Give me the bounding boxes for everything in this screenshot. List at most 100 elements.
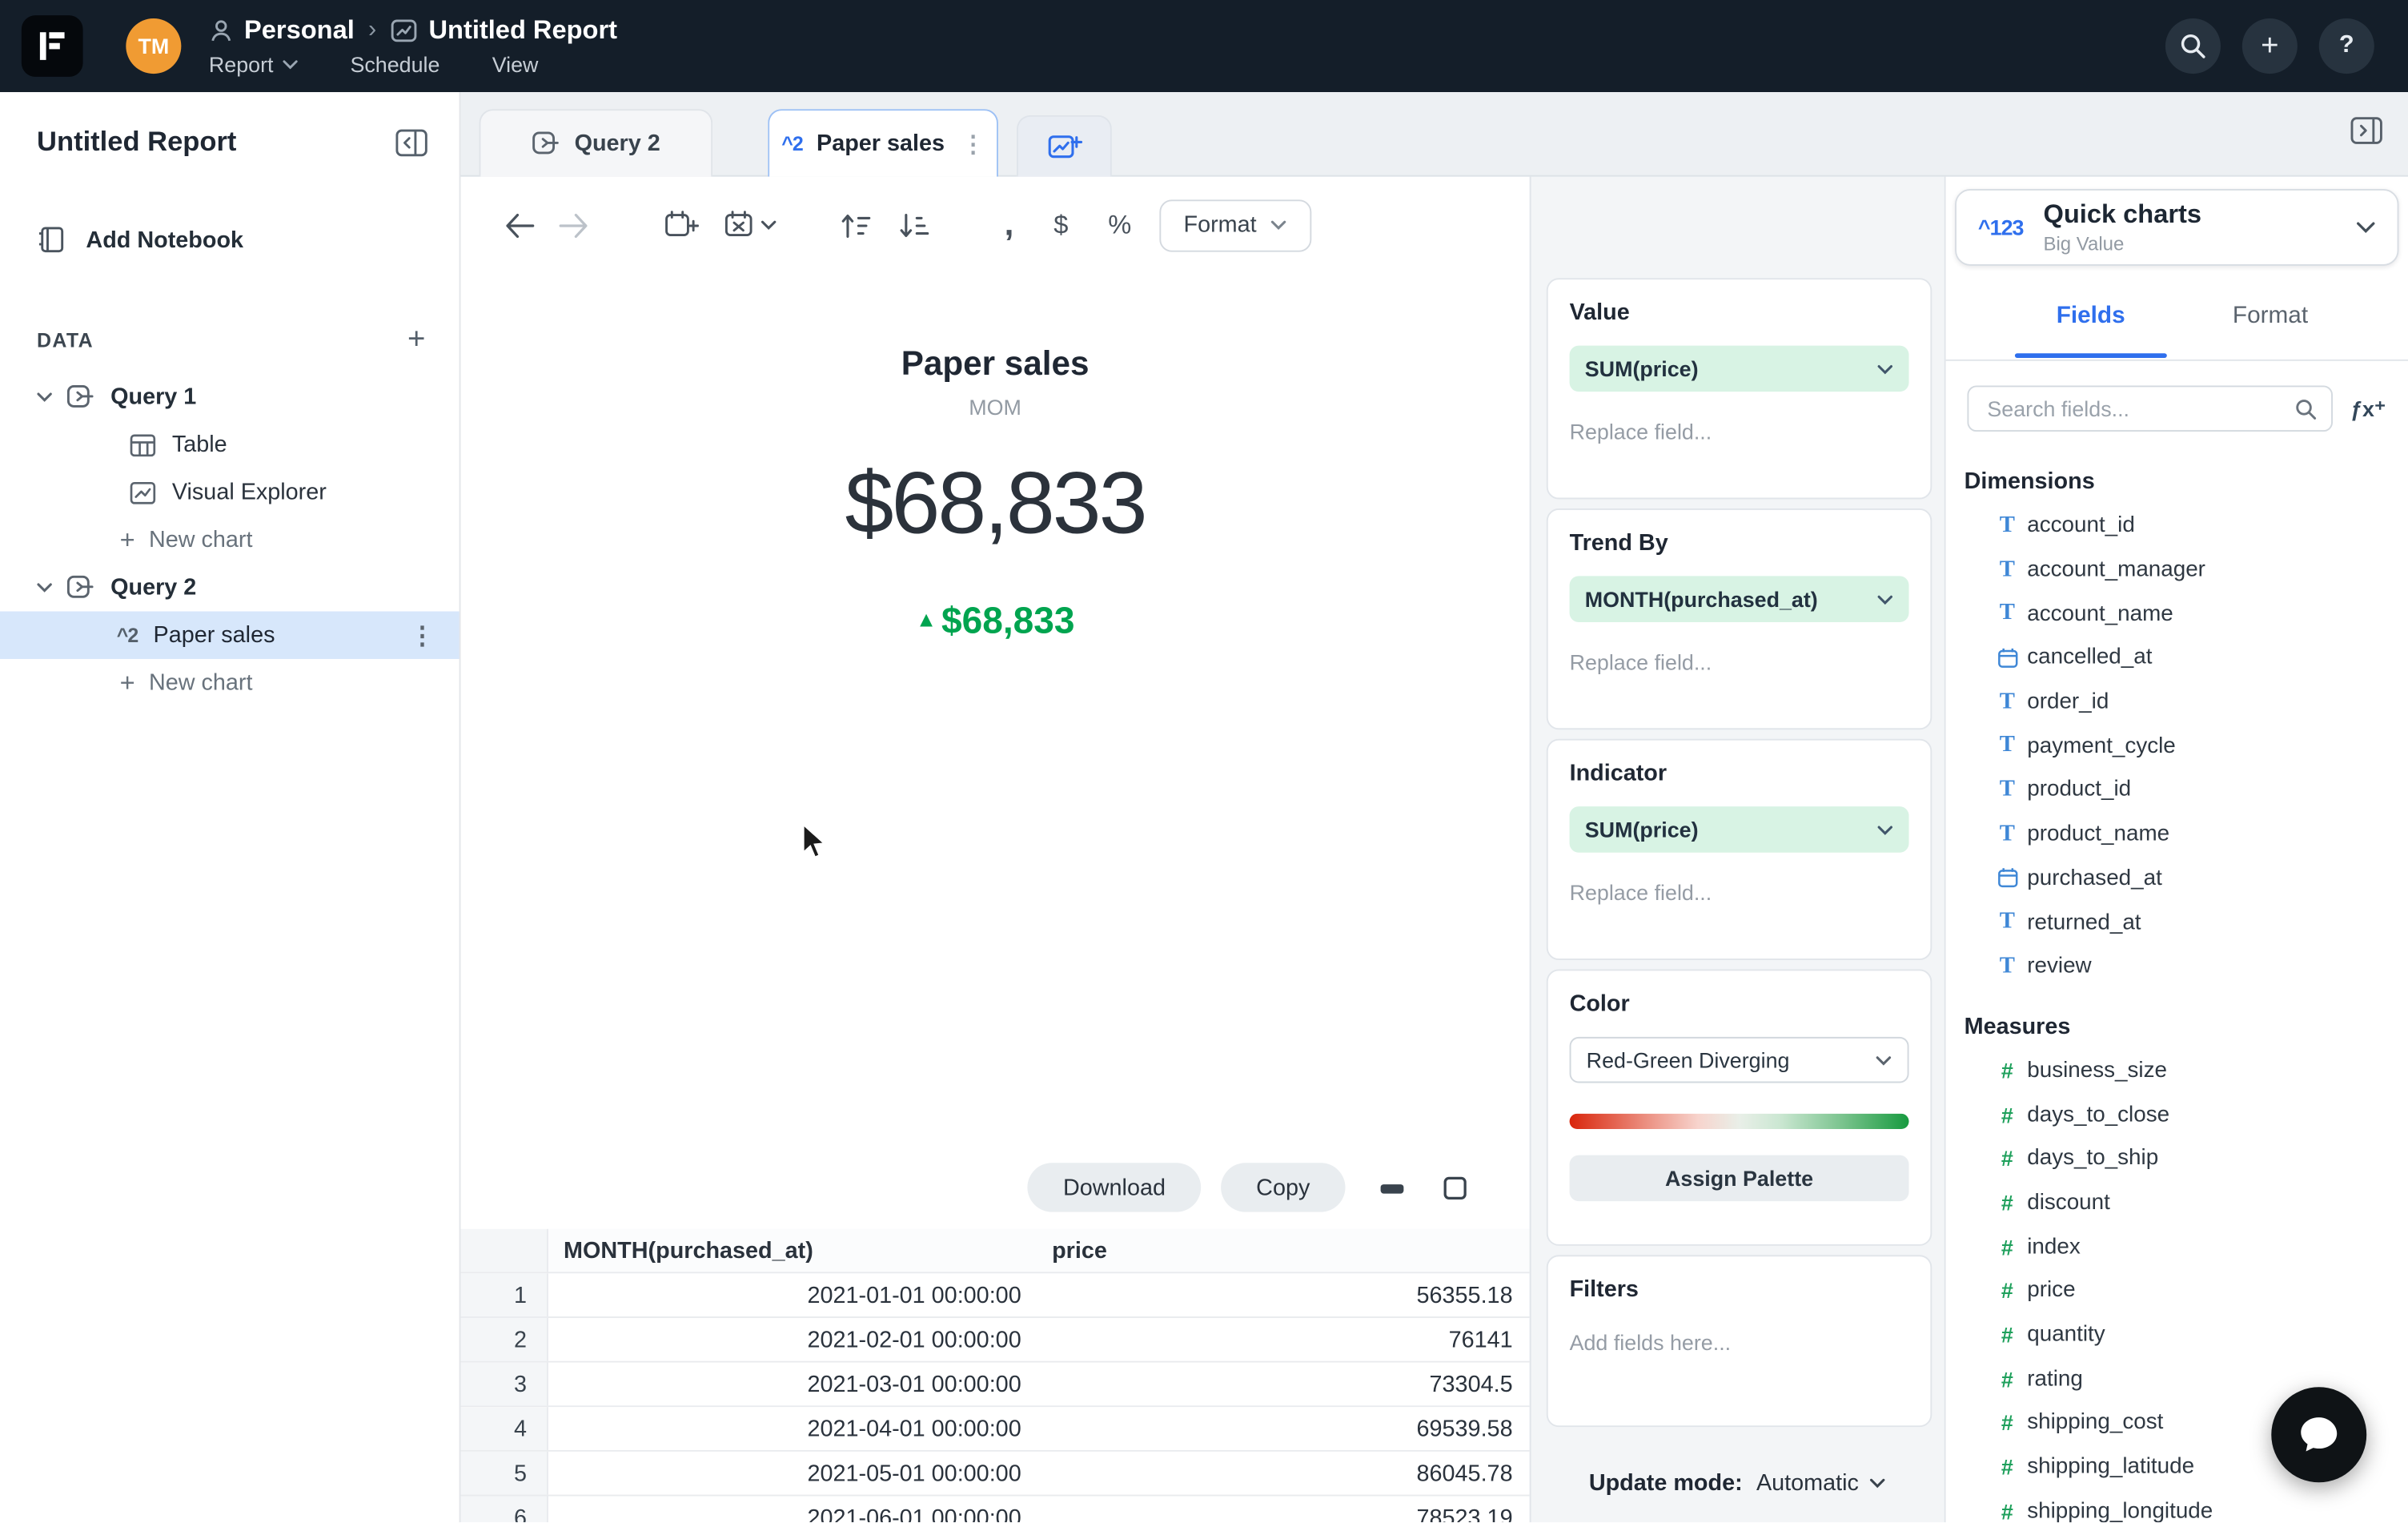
avatar[interactable]: TM xyxy=(126,18,182,74)
tab-query2[interactable]: Query 2 xyxy=(479,109,713,177)
data-tree: Query 1 Table Visual Explorer + New char… xyxy=(0,373,460,706)
cell-price: 73304.5 xyxy=(1429,1371,1513,1397)
app-logo[interactable] xyxy=(21,15,83,77)
breadcrumb-report-title[interactable]: Untitled Report xyxy=(428,15,617,46)
calendar-plus-icon xyxy=(665,210,699,235)
measure-hash-icon: # xyxy=(2001,1410,2013,1436)
indicator-field-pill[interactable]: SUM(price) xyxy=(1569,806,1909,853)
undo-button[interactable] xyxy=(504,211,536,239)
field-item-account_id[interactable]: Taccount_id xyxy=(1946,504,2408,548)
chevron-down-icon xyxy=(1876,824,1893,834)
help-button[interactable]: ? xyxy=(2318,18,2374,74)
indicator-replace-dropzone[interactable]: Replace field... xyxy=(1570,880,1909,905)
currency-format-button[interactable]: $ xyxy=(1054,210,1068,240)
field-item-product_name[interactable]: Tproduct_name xyxy=(1946,812,2408,856)
field-item-account_name[interactable]: Taccount_name xyxy=(1946,592,2408,636)
collapse-sidebar-button[interactable] xyxy=(395,127,428,157)
kebab-menu-icon[interactable]: ⋮ xyxy=(410,620,435,650)
logo-icon xyxy=(39,32,65,60)
field-item-review[interactable]: Treview xyxy=(1946,945,2408,989)
field-item-cancelled_at[interactable]: cancelled_at xyxy=(1946,636,2408,680)
cell-month: 2021-05-01 00:00:00 xyxy=(807,1460,1021,1487)
add-formula-button[interactable]: ƒx⁺ xyxy=(2346,396,2390,422)
field-item-price[interactable]: # price xyxy=(1946,1269,2408,1313)
trend-by-replace-dropzone[interactable]: Replace field... xyxy=(1570,649,1909,674)
expand-results-button[interactable] xyxy=(1439,1171,1471,1204)
collapse-results-button[interactable] xyxy=(1376,1171,1408,1204)
field-item-days_to_close[interactable]: # days_to_close xyxy=(1946,1092,2408,1136)
remove-date-column-button[interactable] xyxy=(724,208,754,242)
field-item-business_size[interactable]: # business_size xyxy=(1946,1048,2408,1092)
filters-dropzone[interactable]: Add fields here... xyxy=(1570,1330,1909,1355)
menu-view[interactable]: View xyxy=(492,52,539,77)
field-item-shipping_longitude[interactable]: # shipping_longitude xyxy=(1946,1489,2408,1522)
trend-by-field-pill[interactable]: MONTH(purchased_at) xyxy=(1569,576,1909,622)
sort-ascending-button[interactable] xyxy=(838,210,872,240)
delta-amount: $68,833 xyxy=(941,601,1075,642)
breadcrumb-workspace[interactable]: Personal xyxy=(244,15,355,46)
minimize-icon xyxy=(1380,1183,1404,1193)
field-item-discount[interactable]: # discount xyxy=(1946,1181,2408,1225)
cell-month: 2021-02-01 00:00:00 xyxy=(807,1326,1021,1353)
field-item-purchased_at[interactable]: purchased_at xyxy=(1946,856,2408,900)
assign-palette-button[interactable]: Assign Palette xyxy=(1569,1155,1909,1202)
value-replace-dropzone[interactable]: Replace field... xyxy=(1570,420,1909,444)
tab-format[interactable]: Format xyxy=(2233,302,2308,330)
redo-button[interactable] xyxy=(557,211,589,239)
percent-format-button[interactable]: % xyxy=(1108,210,1131,240)
expand-panel-button[interactable] xyxy=(2350,115,2383,146)
sort-descending-button[interactable] xyxy=(897,210,930,240)
sidebar-item-query1[interactable]: Query 1 xyxy=(0,373,460,420)
fields-panel: ^123 Quick charts Big Value Fields Forma… xyxy=(1944,176,2408,1523)
tab-fields[interactable]: Fields xyxy=(2015,302,2166,358)
add-notebook-button[interactable]: Add Notebook xyxy=(0,211,460,269)
chat-fab-button[interactable] xyxy=(2271,1387,2367,1483)
field-item-returned_at[interactable]: Treturned_at xyxy=(1946,901,2408,945)
sort-ascending-icon xyxy=(841,214,871,238)
add-button[interactable]: + xyxy=(2241,18,2298,74)
sidebar-item-table[interactable]: Table xyxy=(0,421,460,468)
field-item-days_to_ship[interactable]: # days_to_ship xyxy=(1946,1136,2408,1180)
thousands-separator-button[interactable]: , xyxy=(1005,207,1014,240)
sidebar-item-paper-sales[interactable]: ^2 Paper sales ⋮ xyxy=(0,611,460,659)
field-item-quantity[interactable]: # quantity xyxy=(1946,1313,2408,1357)
add-date-column-button[interactable] xyxy=(664,208,699,242)
menu-schedule[interactable]: Schedule xyxy=(350,52,439,77)
big-value-chart-icon: ^2 xyxy=(116,623,138,647)
quick-charts-selector[interactable]: ^123 Quick charts Big Value xyxy=(1955,188,2399,266)
field-item-index[interactable]: # index xyxy=(1946,1225,2408,1269)
palette-select[interactable]: Red-Green Diverging xyxy=(1569,1036,1909,1083)
format-button[interactable]: Format xyxy=(1158,199,1312,251)
sidebar-item-new-chart-2[interactable]: + New chart xyxy=(0,659,460,706)
field-item-payment_cycle[interactable]: Tpayment_cycle xyxy=(1946,724,2408,768)
menu-report[interactable]: Report xyxy=(209,52,298,77)
sidebar-item-query2[interactable]: Query 2 xyxy=(0,564,460,611)
search-button[interactable] xyxy=(2165,18,2221,74)
text-type-icon: T xyxy=(1999,512,2015,538)
download-button[interactable]: Download xyxy=(1027,1163,1202,1212)
field-item-account_manager[interactable]: Taccount_manager xyxy=(1946,548,2408,592)
add-data-button[interactable]: + xyxy=(407,324,425,355)
value-field-pill[interactable]: SUM(price) xyxy=(1569,345,1909,392)
sidebar-item-visual-explorer[interactable]: Visual Explorer xyxy=(0,468,460,516)
field-item-product_id[interactable]: Tproduct_id xyxy=(1946,768,2408,812)
panel-collapse-icon xyxy=(395,128,427,156)
copy-button[interactable]: Copy xyxy=(1221,1163,1346,1212)
topbar-actions: + ? xyxy=(2165,18,2408,74)
update-mode-select[interactable]: Automatic xyxy=(1756,1469,1886,1496)
cell-price: 78523.19 xyxy=(1416,1505,1513,1523)
field-item-order_id[interactable]: Torder_id xyxy=(1946,680,2408,724)
table-row: 2 2021-02-01 00:00:00 76141 xyxy=(460,1317,1530,1363)
chevron-down-icon[interactable] xyxy=(761,219,777,231)
field-label: shipping_latitude xyxy=(2027,1454,2195,1480)
text-type-icon: T xyxy=(1999,821,2015,846)
new-chart-label: New chart xyxy=(148,527,253,553)
sidebar-item-new-chart-1[interactable]: + New chart xyxy=(0,516,460,564)
tab-kebab-icon[interactable]: ⋮ xyxy=(961,130,985,158)
tab-paper-sales[interactable]: ^2 Paper sales ⋮ xyxy=(768,109,998,177)
search-icon xyxy=(2181,34,2205,58)
tab-new-chart[interactable] xyxy=(1016,115,1112,177)
sidebar: Untitled Report Add Notebook DATA + Quer… xyxy=(0,92,461,1523)
search-fields-input[interactable] xyxy=(1984,395,2295,423)
chart-plus-icon xyxy=(1047,135,1082,158)
